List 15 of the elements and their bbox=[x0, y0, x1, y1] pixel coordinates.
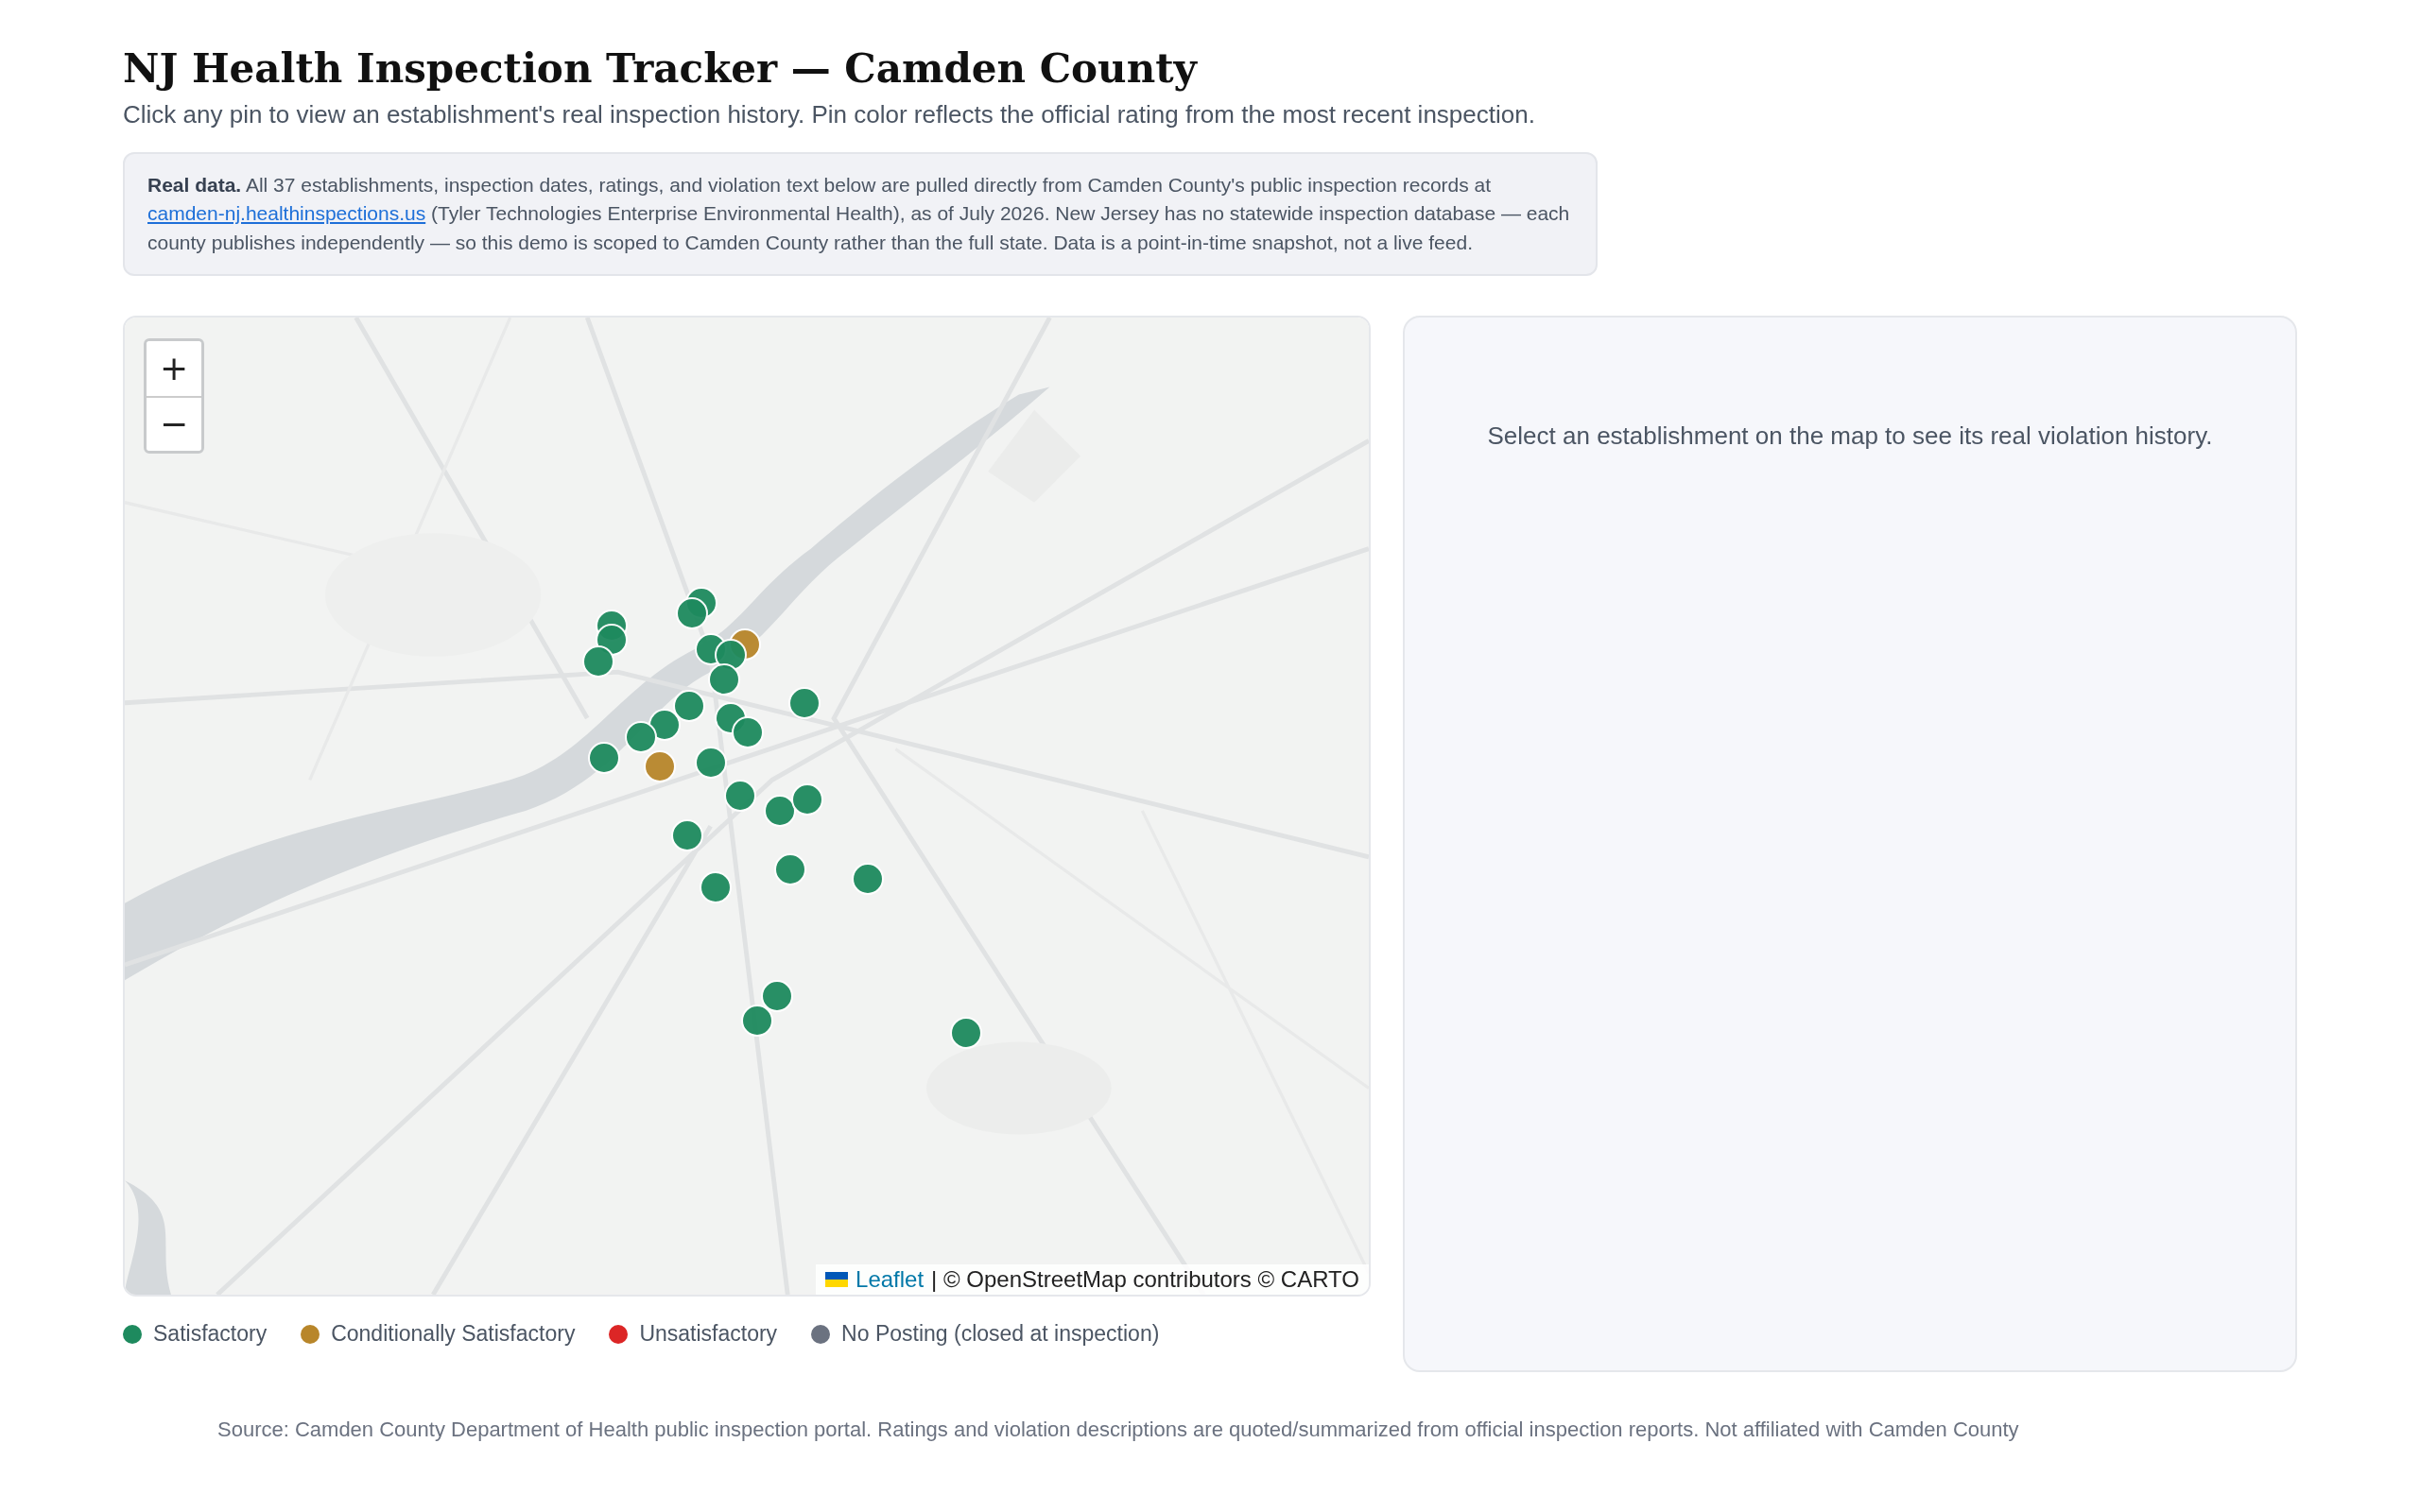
map[interactable]: + − Leaflet | © OpenStreetMap contributors © CARTO bbox=[123, 316, 1371, 1297]
legend-label: Unsatisfactory bbox=[639, 1321, 778, 1347]
legend-label: Satisfactory bbox=[153, 1321, 268, 1347]
zoom-out-button[interactable]: − bbox=[147, 396, 201, 451]
legend-label: Conditionally Satisfactory bbox=[331, 1321, 576, 1347]
page-description: Click any pin to view an establishment's real inspection history. Pin color reflects the official rating from the most recent inspection. bbox=[123, 99, 1536, 130]
notice-text: Real data. All 37 establishments, inspection dates, ratings, and violation text below are pulled directly from Camden County's public inspection records at camden-nj.healthinspections.us (Tyler Technologies Enterprise Environmental Health), as of July 2026. New Jersey has no statewide inspection database — each county publishes independently — so this demo is scoped to Camden County rather than the full state. Data is a point-in-time snapshot, not a live feed. bbox=[147, 172, 1571, 255]
leaflet-link[interactable]: Leaflet bbox=[856, 1266, 925, 1293]
page-title: NJ Health Inspection Tracker — Camden County bbox=[123, 45, 1199, 92]
empty-state-message: Select an establishment on the map to see its real violation history. bbox=[1486, 421, 2214, 451]
flag-icon bbox=[825, 1272, 849, 1287]
legend-label: No Posting (closed at inspection) bbox=[841, 1321, 1160, 1347]
footer-note: Source: Camden County Department of Health public inspection portal. Ratings and violation descriptions are quoted/summarized from official inspection reports. Not affiliated with Camden County bbox=[217, 1418, 2020, 1442]
attribution-text: | © OpenStreetMap contributors © CARTO bbox=[931, 1266, 1359, 1293]
records-link[interactable]: camden-nj.healthinspections.us bbox=[147, 202, 426, 225]
